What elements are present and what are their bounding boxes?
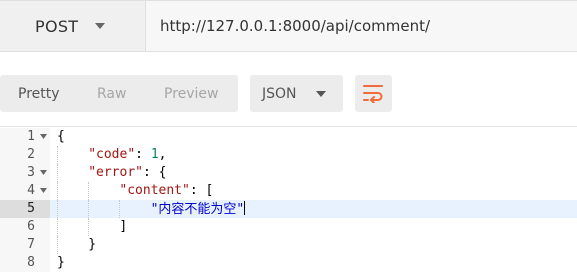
response-view-tabs: Pretty Raw Preview (0, 75, 238, 112)
code-line: 2 "code": 1, (0, 146, 577, 164)
line-number: 5 (27, 201, 35, 216)
code-token: } (57, 255, 65, 270)
indent-guide (88, 182, 90, 200)
code-token: "内容不能为空" (150, 202, 245, 217)
line-number: 8 (27, 255, 35, 270)
code-line: 1{ (0, 128, 577, 146)
request-bar: POST (0, 0, 577, 52)
format-select[interactable]: JSON (250, 75, 343, 112)
tab-preview[interactable]: Preview (164, 86, 219, 102)
fold-toggle-icon[interactable] (40, 170, 47, 175)
chevron-down-icon (316, 91, 326, 97)
indent-guide (88, 218, 90, 236)
line-gutter: 4 (0, 182, 50, 200)
fold-toggle-icon[interactable] (40, 188, 47, 193)
tab-raw[interactable]: Raw (97, 86, 126, 102)
code-text: "内容不能为空" (151, 201, 246, 218)
code-text: "error": { (88, 165, 166, 181)
line-gutter: 8 (0, 254, 50, 272)
code-token: : { (142, 165, 167, 180)
code-line: 4 "content": [ (0, 182, 577, 200)
line-number: 7 (27, 237, 35, 252)
url-input[interactable] (146, 1, 577, 51)
indent-guide (57, 200, 58, 218)
indent-guide (57, 236, 58, 254)
code-token: ] (119, 219, 128, 234)
text-cursor (244, 201, 246, 215)
code-token: : [ (189, 183, 214, 198)
line-gutter: 1 (0, 128, 50, 146)
code-token: : (135, 147, 151, 162)
indent-guide (57, 164, 58, 182)
code-text: } (88, 237, 96, 253)
line-number: 2 (27, 147, 35, 162)
indent-guide (119, 200, 121, 218)
code-token: "code" (88, 147, 136, 162)
indent-guide (57, 218, 58, 236)
line-gutter: 7 (0, 236, 50, 254)
code-token: "content" (119, 183, 190, 198)
line-gutter: 2 (0, 146, 50, 164)
indent-guide (57, 182, 58, 200)
line-number: 4 (27, 183, 35, 198)
wrap-lines-icon (363, 85, 383, 103)
code-token: } (88, 237, 97, 252)
code-text: "content": [ (119, 183, 213, 199)
format-label: JSON (262, 86, 297, 102)
line-gutter: 5 (0, 200, 50, 218)
code-token: { (57, 129, 65, 144)
wrap-lines-button[interactable] (355, 75, 392, 112)
code-line: 5 "内容不能为空" (0, 200, 577, 218)
code-line: 6] (0, 218, 577, 236)
code-line: 7} (0, 236, 577, 254)
response-body-editor[interactable]: 1{2 "code": 1, 3 "error": {4 "content": [5 "内… (0, 126, 577, 275)
tab-pretty[interactable]: Pretty (18, 86, 60, 102)
line-number: 3 (27, 165, 35, 180)
code-token: "error" (88, 165, 143, 180)
fold-toggle-icon[interactable] (40, 134, 47, 139)
code-text: } (57, 255, 65, 271)
code-text: { (57, 129, 65, 145)
indent-guide (88, 200, 90, 218)
line-number: 1 (27, 129, 35, 144)
code-token: , (158, 147, 167, 162)
code-text: ] (119, 219, 127, 235)
code-line: 8} (0, 254, 577, 272)
line-number: 6 (27, 219, 35, 234)
line-gutter: 6 (0, 218, 50, 236)
line-gutter: 3 (0, 164, 50, 182)
code-line: 3 "error": { (0, 164, 577, 182)
code-text: "code": 1, (88, 147, 166, 163)
code-token: 1 (150, 147, 159, 162)
indent-guide (57, 146, 58, 164)
chevron-down-icon (95, 23, 105, 29)
method-label: POST (35, 17, 79, 36)
method-select[interactable]: POST (0, 1, 146, 51)
